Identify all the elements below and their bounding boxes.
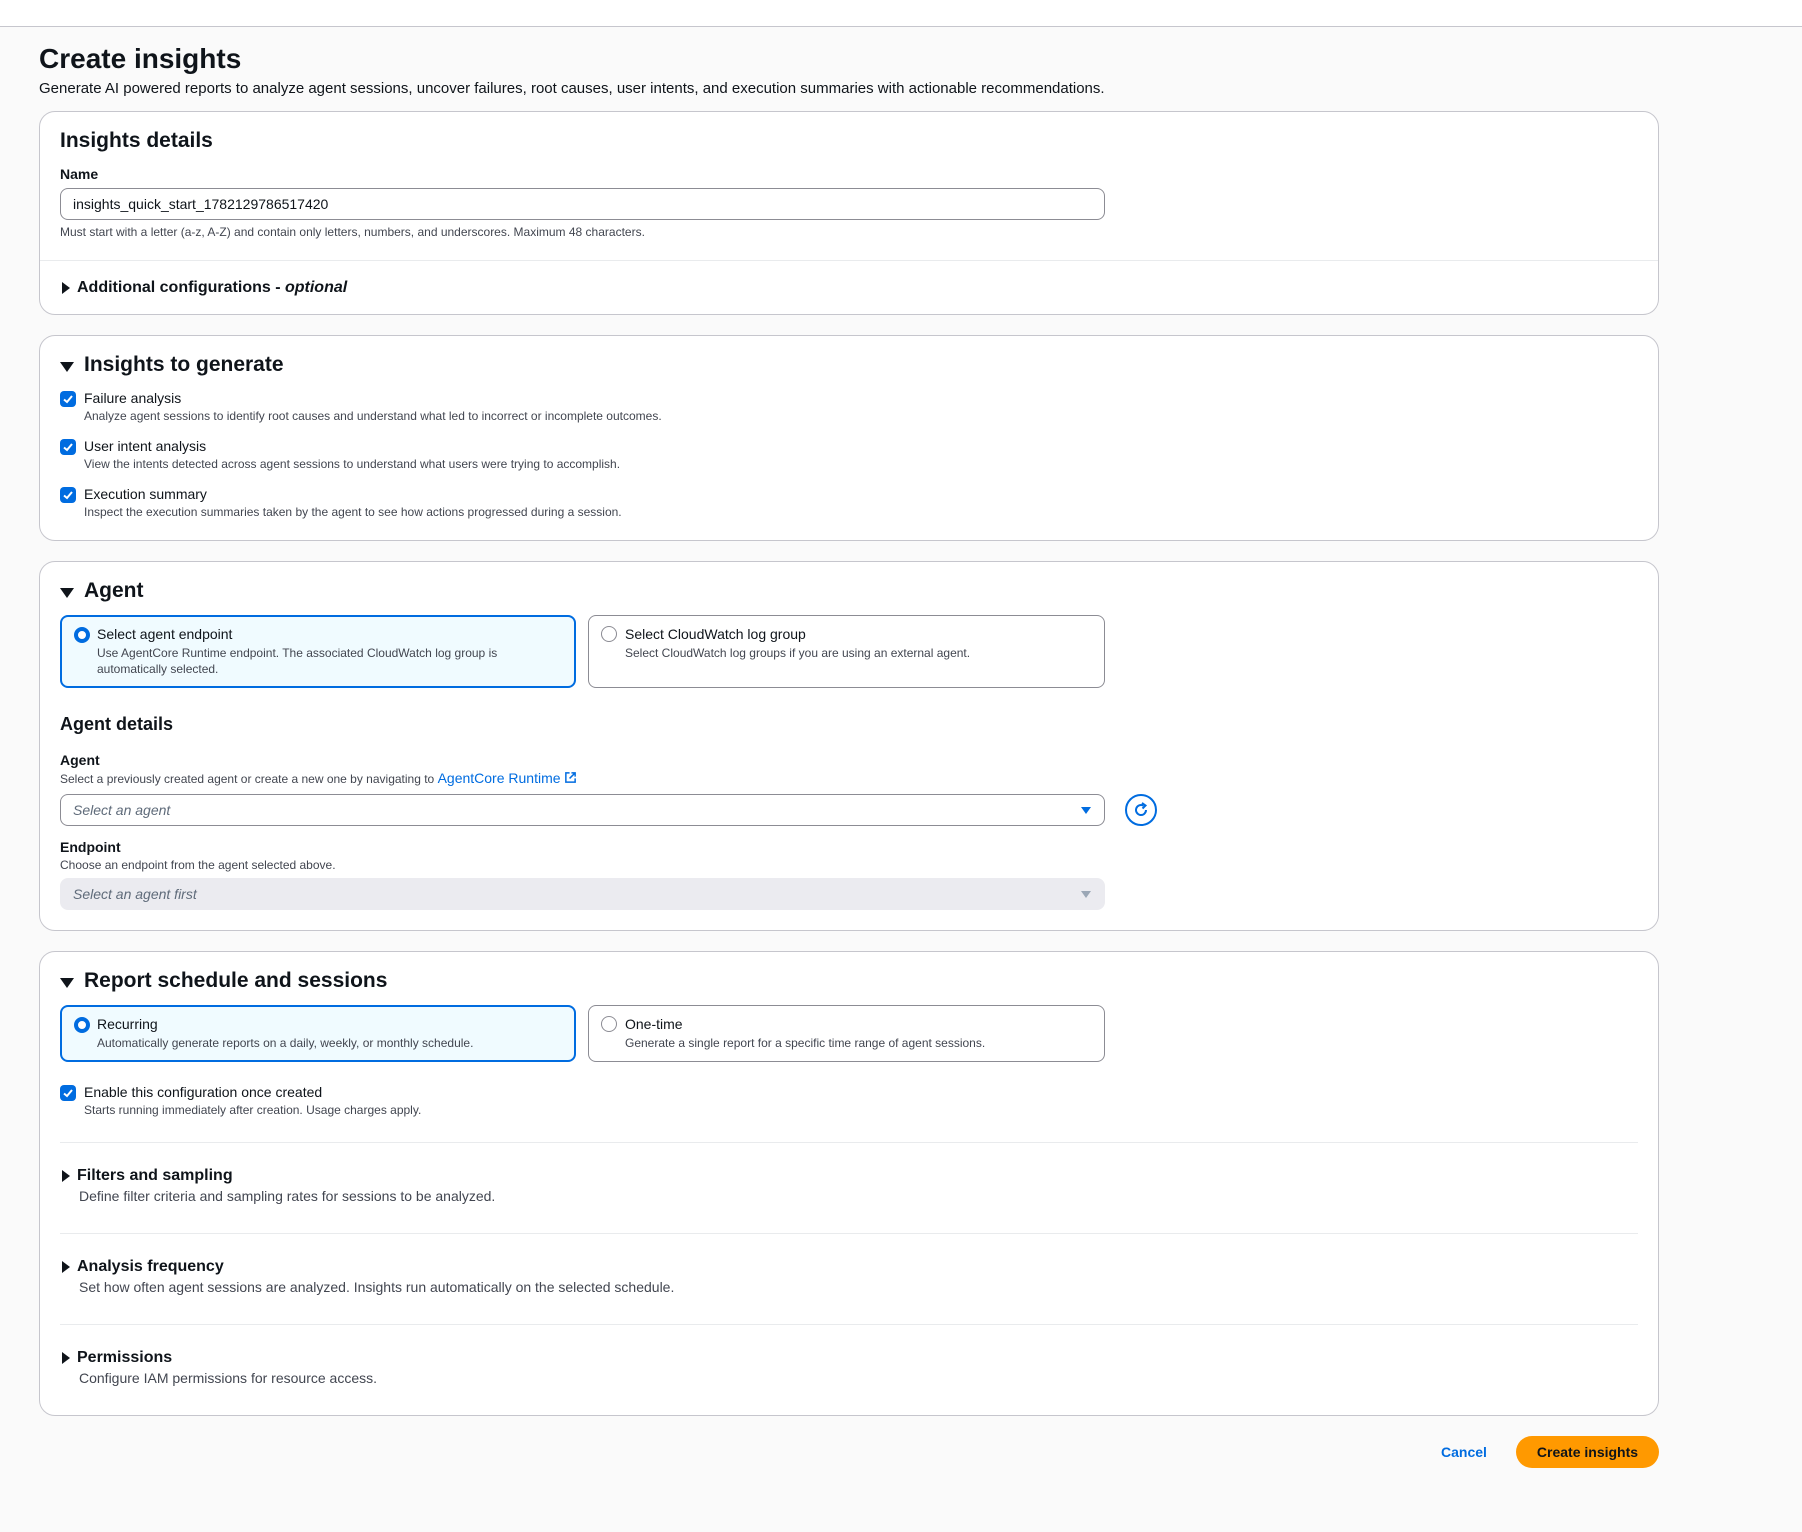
failure-analysis-checkbox[interactable] <box>60 391 76 407</box>
divider <box>40 260 1658 261</box>
select-agent-endpoint-tile[interactable]: Select agent endpoint Use AgentCore Runt… <box>60 615 576 688</box>
recurring-tile[interactable]: Recurring Automatically generate reports… <box>60 1005 576 1062</box>
one-time-description: Generate a single report for a specific … <box>625 1036 986 1050</box>
filters-and-sampling-toggle[interactable]: Filters and sampling <box>62 1165 233 1187</box>
agent-select-placeholder: Select an agent <box>73 802 171 818</box>
caret-right-icon <box>62 281 70 294</box>
endpoint-hint: Choose an endpoint from the agent select… <box>60 858 336 872</box>
filters-and-sampling-label: Filters and sampling <box>77 1167 233 1184</box>
top-bar <box>0 0 1802 27</box>
check-icon <box>63 1089 73 1098</box>
select-agent-endpoint-description: Use AgentCore Runtime endpoint. The asso… <box>97 646 498 676</box>
permissions-description: Configure IAM permissions for resource a… <box>79 1370 377 1386</box>
name-label: Name <box>60 166 99 182</box>
divider <box>60 1142 1638 1143</box>
analysis-frequency-label: Analysis frequency <box>77 1258 224 1275</box>
select-agent-endpoint-radio[interactable] <box>74 627 90 643</box>
select-cloudwatch-log-group-label: Select CloudWatch log group <box>625 626 806 642</box>
check-icon <box>63 491 73 500</box>
divider <box>60 1233 1638 1234</box>
caret-right-icon <box>62 1260 70 1273</box>
report-schedule-toggle[interactable]: Report schedule and sessions <box>60 967 387 995</box>
divider <box>60 1324 1638 1325</box>
select-cloudwatch-log-group-radio[interactable] <box>601 626 617 642</box>
select-agent-endpoint-label: Select agent endpoint <box>97 626 233 642</box>
agent-heading: Agent <box>84 579 144 602</box>
agent-section-toggle[interactable]: Agent <box>60 577 144 605</box>
one-time-label: One-time <box>625 1016 683 1032</box>
page-header: Create insights Generate AI powered repo… <box>39 27 1659 99</box>
insights-details-panel: Insights details Name Must start with a … <box>39 111 1659 315</box>
failure-analysis-description: Analyze agent sessions to identify root … <box>84 409 662 423</box>
permissions-toggle[interactable]: Permissions <box>62 1347 172 1369</box>
insights-to-generate-panel: Insights to generate Failure analysis An… <box>39 335 1659 541</box>
recurring-radio[interactable] <box>74 1017 90 1033</box>
insights-details-heading: Insights details <box>60 129 213 152</box>
external-link-icon <box>565 772 577 783</box>
insights-to-generate-heading: Insights to generate <box>84 353 284 376</box>
endpoint-select[interactable]: Select an agent first <box>60 878 1105 910</box>
agent-select[interactable]: Select an agent <box>60 794 1105 826</box>
page-description: Generate AI powered reports to analyze a… <box>39 80 1105 97</box>
caret-down-icon <box>1081 891 1091 898</box>
analysis-frequency-toggle[interactable]: Analysis frequency <box>62 1256 224 1278</box>
additional-configurations-toggle[interactable]: Additional configurations - optional <box>62 277 347 299</box>
agent-hint-text: Select a previously created agent or cre… <box>60 772 438 786</box>
name-input[interactable] <box>60 188 1105 220</box>
execution-summary-description: Inspect the execution summaries taken by… <box>84 505 622 519</box>
failure-analysis-label: Failure analysis <box>84 390 182 406</box>
caret-down-icon <box>60 587 74 598</box>
endpoint-label: Endpoint <box>60 839 121 855</box>
agentcore-runtime-link-label: AgentCore Runtime <box>437 770 561 786</box>
select-cloudwatch-log-group-tile[interactable]: Select CloudWatch log group Select Cloud… <box>588 615 1105 688</box>
user-intent-analysis-label: User intent analysis <box>84 438 207 454</box>
name-hint: Must start with a letter (a-z, A-Z) and … <box>60 225 645 239</box>
recurring-description: Automatically generate reports on a dail… <box>97 1036 474 1050</box>
user-intent-analysis-description: View the intents detected across agent s… <box>84 457 621 471</box>
agent-panel: Agent Select agent endpoint Use AgentCor… <box>39 561 1659 931</box>
enable-configuration-description: Starts running immediately after creatio… <box>84 1103 422 1117</box>
endpoint-select-placeholder: Select an agent first <box>73 886 197 902</box>
create-insights-button[interactable]: Create insights <box>1516 1436 1659 1468</box>
agentcore-runtime-link[interactable]: AgentCore Runtime <box>438 770 578 786</box>
filters-and-sampling-description: Define filter criteria and sampling rate… <box>79 1188 496 1204</box>
user-intent-analysis-checkbox[interactable] <box>60 439 76 455</box>
refresh-button[interactable] <box>1125 794 1157 826</box>
execution-summary-label: Execution summary <box>84 486 207 502</box>
report-schedule-heading: Report schedule and sessions <box>84 969 388 992</box>
select-cloudwatch-log-group-description: Select CloudWatch log groups if you are … <box>625 646 971 660</box>
execution-summary-checkbox[interactable] <box>60 487 76 503</box>
permissions-label: Permissions <box>77 1349 173 1366</box>
caret-right-icon <box>62 1351 70 1364</box>
additional-configurations-label: Additional configurations - <box>77 279 285 296</box>
check-icon <box>63 443 73 452</box>
report-schedule-panel: Report schedule and sessions Recurring A… <box>39 951 1659 1416</box>
recurring-label: Recurring <box>97 1016 158 1032</box>
agent-label: Agent <box>60 752 100 768</box>
one-time-tile[interactable]: One-time Generate a single report for a … <box>588 1005 1105 1062</box>
caret-down-icon <box>60 361 74 372</box>
check-icon <box>63 395 73 404</box>
agent-hint: Select a previously created agent or cre… <box>60 770 577 787</box>
caret-down-icon <box>60 977 74 988</box>
caret-right-icon <box>62 1169 70 1182</box>
cancel-button[interactable]: Cancel <box>1425 1436 1503 1468</box>
insights-to-generate-toggle[interactable]: Insights to generate <box>60 351 284 379</box>
agent-details-heading: Agent details <box>60 714 174 734</box>
one-time-radio[interactable] <box>601 1016 617 1032</box>
page-title: Create insights <box>39 43 242 74</box>
refresh-icon <box>1135 802 1148 816</box>
caret-down-icon <box>1081 807 1091 814</box>
enable-configuration-checkbox[interactable] <box>60 1085 76 1101</box>
optional-label: optional <box>284 279 348 296</box>
analysis-frequency-description: Set how often agent sessions are analyze… <box>79 1279 675 1295</box>
enable-configuration-label: Enable this configuration once created <box>84 1084 323 1100</box>
